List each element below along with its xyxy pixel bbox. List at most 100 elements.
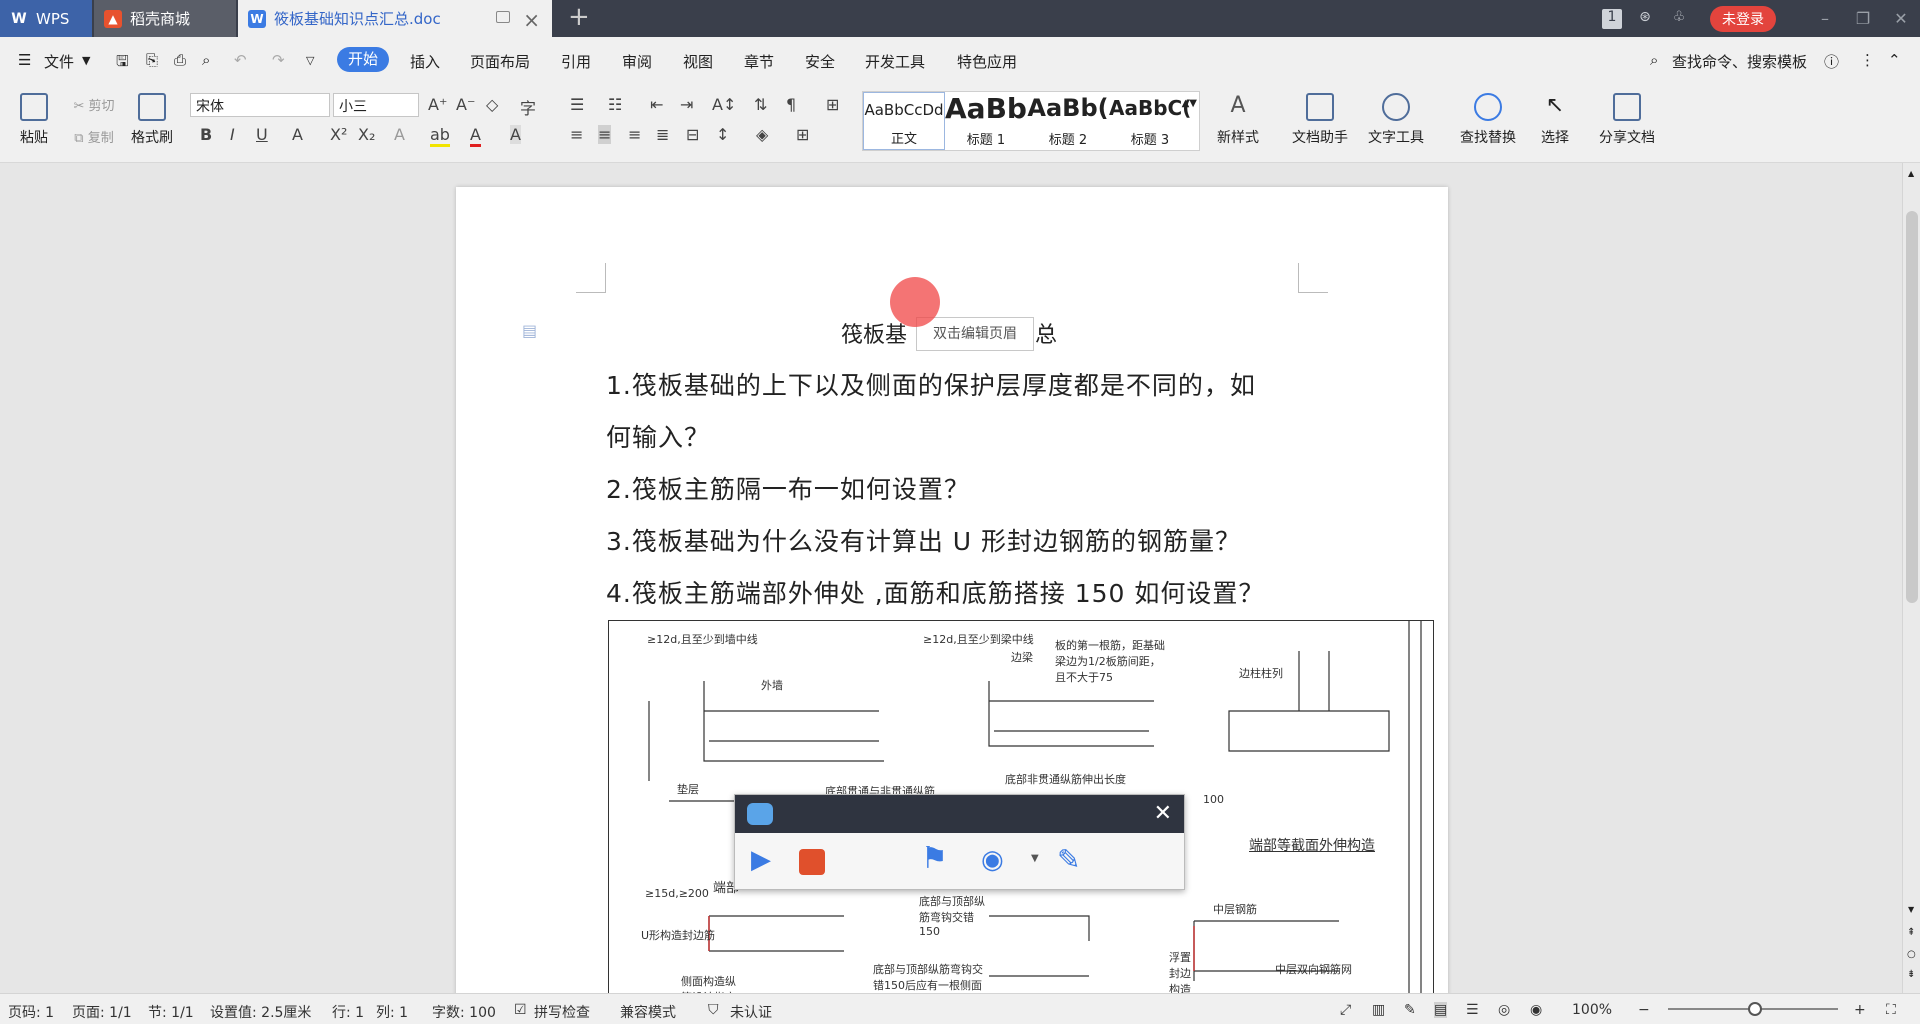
- align-center-icon[interactable]: ≡: [598, 125, 612, 144]
- tab-references[interactable]: 引用: [561, 51, 591, 72]
- tab-view[interactable]: 视图: [683, 51, 713, 72]
- collapse-ribbon-icon[interactable]: ⌃: [1888, 51, 1901, 69]
- select-button[interactable]: ↖ 选择: [1530, 93, 1580, 147]
- phonetic-icon[interactable]: 字: [520, 95, 536, 119]
- underline-icon[interactable]: U: [256, 125, 268, 144]
- command-search[interactable]: 查找命令、搜索模板: [1672, 51, 1807, 72]
- font-size-select[interactable]: 小三: [333, 93, 419, 117]
- bold-icon[interactable]: B: [200, 125, 212, 144]
- status-col[interactable]: 列: 1: [376, 1002, 408, 1022]
- scroll-thumb[interactable]: [1906, 211, 1918, 603]
- tab-special-apps[interactable]: 特色应用: [957, 51, 1017, 72]
- question-2[interactable]: 2.筏板主筋隔一布一如何设置？: [606, 475, 970, 505]
- screen-recorder-widget[interactable]: ✕ ▶ ⚑ ◉ ▼ ✎: [734, 794, 1185, 890]
- minimize-icon[interactable]: –: [1806, 9, 1844, 28]
- tab-page-layout[interactable]: 页面布局: [470, 51, 530, 72]
- scroll-up-icon[interactable]: ▲: [1908, 169, 1914, 178]
- tab-developer[interactable]: 开发工具: [865, 51, 925, 72]
- tab-chapter[interactable]: 章节: [744, 51, 774, 72]
- play-icon[interactable]: ▶: [751, 845, 771, 875]
- fullscreen-icon[interactable]: ⤢: [1340, 1002, 1351, 1018]
- save-icon[interactable]: 🖫: [116, 51, 129, 76]
- style-normal[interactable]: AaBbCcDd 正文: [863, 92, 945, 150]
- select-browse-icon[interactable]: ○: [1907, 949, 1916, 960]
- webcam-icon[interactable]: ◉: [981, 845, 1004, 875]
- recorder-close-icon[interactable]: ✕: [1154, 801, 1172, 826]
- status-page[interactable]: 页码: 1: [8, 1002, 54, 1022]
- share-doc-button[interactable]: 分享文档: [1594, 93, 1660, 147]
- status-spellcheck[interactable]: 拼写检查: [534, 1002, 590, 1022]
- clear-format-icon[interactable]: ◇: [486, 95, 498, 114]
- help-icon[interactable]: ⓘ: [1824, 51, 1839, 72]
- redo-icon[interactable]: ↷: [272, 51, 285, 69]
- document-tab[interactable]: W 筱板基础知识点汇总.doc ×: [238, 0, 552, 37]
- char-shading-icon[interactable]: A: [510, 125, 521, 144]
- zoom-in-icon[interactable]: +: [1854, 1002, 1866, 1018]
- tab-insert[interactable]: 插入: [410, 51, 440, 72]
- webcam-dropdown-icon[interactable]: ▼: [1031, 853, 1039, 864]
- web-view-icon[interactable]: ◎: [1498, 1002, 1510, 1018]
- tab-security[interactable]: 安全: [805, 51, 835, 72]
- highlight-icon[interactable]: ab: [430, 125, 450, 147]
- status-certification[interactable]: 未认证: [730, 1002, 772, 1022]
- wps-home-tab[interactable]: W WPS: [0, 0, 92, 37]
- export-icon[interactable]: ⎘: [146, 51, 158, 69]
- style-heading1[interactable]: AaBb 标题 1: [945, 92, 1027, 150]
- vertical-scrollbar[interactable]: ▲ ▼ ⇞ ○ ⇟: [1902, 163, 1920, 993]
- justify-icon[interactable]: ≣: [656, 125, 669, 144]
- copy-button[interactable]: ⧉ 复制: [64, 127, 124, 146]
- status-setting[interactable]: 设置值: 2.5厘米: [210, 1002, 311, 1022]
- status-pages[interactable]: 页面: 1/1: [72, 1002, 132, 1022]
- find-replace-button[interactable]: 查找替换: [1450, 93, 1526, 147]
- font-color-icon[interactable]: A: [470, 125, 481, 147]
- numbering-icon[interactable]: ☷: [608, 95, 622, 114]
- question-1-cont[interactable]: 何输入？: [606, 423, 710, 453]
- new-style-button[interactable]: A 新样式: [1208, 93, 1268, 147]
- undo-icon[interactable]: ↶: [234, 51, 247, 69]
- page-count-badge[interactable]: 1: [1602, 8, 1622, 29]
- search-icon[interactable]: ⌕: [1650, 51, 1658, 69]
- chevron-down-icon[interactable]: ▼: [82, 54, 90, 67]
- edit-mode-icon[interactable]: ✎: [1404, 1002, 1416, 1018]
- paste-button[interactable]: 粘贴: [12, 93, 56, 147]
- stop-icon[interactable]: [799, 849, 825, 875]
- font-name-select[interactable]: 宋体: [190, 93, 330, 117]
- outline-view-icon[interactable]: ☰: [1466, 1002, 1479, 1018]
- align-right-icon[interactable]: ≡: [628, 125, 641, 144]
- style-heading3[interactable]: AaBbC( 标题 3: [1109, 92, 1191, 150]
- read-mode-icon[interactable]: ▥: [1372, 1002, 1385, 1018]
- flag-marker-icon[interactable]: ⚑: [921, 841, 948, 876]
- quick-access-dropdown-icon[interactable]: ▽: [306, 54, 314, 67]
- skin-icon[interactable]: ♧: [1668, 9, 1690, 29]
- tab-start[interactable]: 开始: [337, 47, 389, 72]
- superscript-icon[interactable]: X²: [330, 125, 347, 144]
- text-direction-icon[interactable]: A↕: [712, 95, 736, 114]
- tab-review[interactable]: 审阅: [622, 51, 652, 72]
- shrink-font-icon[interactable]: A⁻: [456, 95, 475, 114]
- new-tab-icon[interactable]: +: [568, 2, 590, 32]
- text-effect-icon[interactable]: A: [394, 125, 405, 144]
- zoom-out-icon[interactable]: −: [1638, 1002, 1650, 1018]
- question-3[interactable]: 3.筏板基础为什么没有计算出 U 形封边钢筋的钢筋量？: [606, 527, 1241, 557]
- status-row[interactable]: 行: 1: [332, 1002, 364, 1022]
- bullets-icon[interactable]: ☰: [570, 95, 584, 114]
- print-icon[interactable]: ⎙: [174, 51, 186, 69]
- table-border-icon[interactable]: ⊞: [826, 95, 839, 114]
- style-scroll-icon[interactable]: ▲▼: [1182, 98, 1197, 109]
- sync-icon[interactable]: ⊛: [1634, 9, 1656, 29]
- more-icon[interactable]: ⋮: [1860, 51, 1875, 69]
- file-menu[interactable]: 文件: [44, 51, 74, 72]
- restore-icon[interactable]: ❐: [1844, 9, 1882, 28]
- tab-window-icon[interactable]: [496, 11, 510, 23]
- print-preview-icon[interactable]: ⌕: [202, 51, 210, 69]
- scroll-down-icon[interactable]: ▼: [1908, 905, 1914, 914]
- decrease-indent-icon[interactable]: ⇤: [650, 95, 663, 114]
- login-button[interactable]: 未登录: [1710, 5, 1776, 32]
- close-tab-icon[interactable]: ×: [523, 8, 540, 32]
- increase-indent-icon[interactable]: ⇥: [680, 95, 693, 114]
- question-4[interactable]: 4.筏板主筋端部外伸处 ,面筋和底筋搭接 150 如何设置？: [606, 579, 1264, 609]
- pen-icon[interactable]: ✎: [1057, 843, 1080, 876]
- eye-protect-icon[interactable]: ◉: [1530, 1002, 1542, 1018]
- subscript-icon[interactable]: X₂: [358, 125, 375, 144]
- show-marks-icon[interactable]: ¶: [786, 95, 796, 114]
